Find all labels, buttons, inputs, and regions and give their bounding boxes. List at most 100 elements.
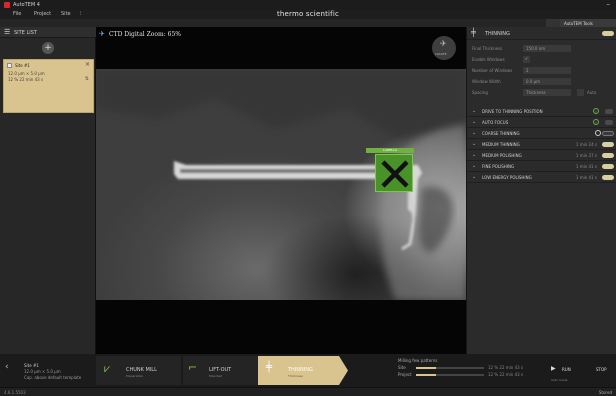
auto-checkbox[interactable] xyxy=(577,89,584,96)
chevron-down-icon[interactable]: ⌄ xyxy=(472,108,476,114)
spacing-input[interactable]: Thickness xyxy=(523,89,571,96)
step-toggle[interactable] xyxy=(602,153,614,158)
close-marker-icon xyxy=(381,160,409,188)
step-toggle[interactable] xyxy=(605,109,613,114)
step-low-energy-polishing[interactable]: ⌄ LOW ENERGY POLISHING 1 min 41 s xyxy=(467,172,616,183)
top-strip: AutoTEM Tools xyxy=(0,19,616,27)
site-checkbox[interactable] xyxy=(7,63,12,68)
stage-label: CHUNK MILL xyxy=(126,367,157,373)
step-auto-focus[interactable]: ⌄ AUTO FOCUS ✓ xyxy=(467,117,616,128)
minimize-icon[interactable]: – xyxy=(607,0,611,8)
workflow-bar: ‹ Site #1 12.0 µm × 5.0 µm Cap. above de… xyxy=(0,354,616,387)
stage-lift-out[interactable]: ⌐ LIFT-OUT Mounted xyxy=(183,356,258,385)
stage-label: THINNING xyxy=(288,367,313,373)
window-width-input[interactable]: 0.0 µm xyxy=(523,78,571,85)
site-time: 12 % 22 min 43 s xyxy=(8,77,44,82)
final-thickness-field: Final Thickness 150.0 nm xyxy=(472,45,612,52)
number-of-windows-field: Number of Windows 2 xyxy=(472,67,612,74)
chevron-down-icon[interactable]: ⌄ xyxy=(472,119,476,125)
field-label: Final Thickness xyxy=(472,46,503,51)
step-toggle[interactable] xyxy=(602,131,614,136)
step-time: 1 min 41 s xyxy=(575,175,597,180)
chevron-down-icon[interactable]: ⌄ xyxy=(472,163,476,169)
status-text: Stored xyxy=(598,390,612,395)
close-icon[interactable]: × xyxy=(85,61,90,68)
site-progress-track xyxy=(416,367,484,369)
stage-thinning[interactable]: ╪ THINNING Thickness xyxy=(258,356,348,385)
run-button[interactable]: ▶ RUN Auto mode xyxy=(548,356,586,385)
tool-icon[interactable] xyxy=(546,19,560,27)
progress-title: Milling few patterns xyxy=(398,358,438,363)
project-progress-fill xyxy=(416,374,437,376)
final-thickness-input[interactable]: 150.0 nm xyxy=(523,45,571,52)
step-coarse-thinning[interactable]: ⌄ COARSE THINNING xyxy=(467,128,616,139)
spacing-field: Spacing Thickness Auto xyxy=(472,89,612,96)
auto-label: Auto xyxy=(587,90,597,95)
lift-out-icon: ⌐ xyxy=(188,361,198,374)
bottom-site-template: Cap. above default template xyxy=(24,375,82,380)
step-drive-to-thinning[interactable]: ⌄ DRIVE TO THINNING POSITION ✓ xyxy=(467,106,616,117)
step-fine-polishing[interactable]: ⌄ FINE POLISHING 1 min 41 s xyxy=(467,161,616,172)
list-icon: ☰ xyxy=(4,28,11,36)
chevron-down-icon[interactable]: ⌄ xyxy=(472,141,476,147)
step-medium-thinning[interactable]: ⌄ MEDIUM THINNING 1 min 24 s xyxy=(467,139,616,150)
thinning-stage-icon: ╪ xyxy=(266,362,273,373)
run-sub: Auto mode xyxy=(551,378,568,382)
step-toggle[interactable] xyxy=(602,142,614,147)
enable-windows-field: Enable Windows ✓ xyxy=(472,56,612,63)
bottom-site-size: 12.0 µm × 5.0 µm xyxy=(24,369,61,374)
thinning-panel: ╪ THINNING Final Thickness 150.0 nm Enab… xyxy=(466,27,616,354)
step-time: 1 min 41 s xyxy=(575,164,597,169)
chevron-down-icon[interactable]: ⌄ xyxy=(472,174,476,180)
enable-windows-checkbox[interactable]: ✓ xyxy=(523,56,530,63)
bottom-site-name: Site #1 xyxy=(24,363,39,368)
chevron-down-icon[interactable]: ⌄ xyxy=(472,152,476,158)
field-label: Number of Windows xyxy=(472,68,513,73)
chevron-down-icon[interactable]: ⌄ xyxy=(472,130,476,136)
stage-sub: Mounted xyxy=(209,374,223,378)
project-progress-track xyxy=(416,374,484,376)
play-icon: ▶ xyxy=(551,365,556,372)
stop-button[interactable]: STOP xyxy=(590,356,616,385)
site-progress-fill xyxy=(416,367,437,369)
pending-icon xyxy=(595,130,601,136)
locate-label: LOCATE xyxy=(435,52,447,56)
lamella-marker[interactable] xyxy=(375,154,413,192)
stage-chunk-mill[interactable]: ⩗ CHUNK MILL Preparation xyxy=(96,356,181,385)
window-title: AutoTEM 4 xyxy=(13,2,40,8)
image-viewport[interactable]: ✈ CTD Digital Zoom: 65% ✈ LOCATE LAMELLA xyxy=(96,27,466,354)
field-label: Enable Windows xyxy=(472,57,505,62)
add-site-button[interactable]: + xyxy=(42,42,54,54)
project-progress-label: Project xyxy=(398,372,412,377)
brand-logo: thermo scientific xyxy=(276,10,340,18)
thinning-icon: ╪ xyxy=(471,28,476,37)
stage-label: LIFT-OUT xyxy=(209,367,232,373)
step-toggle[interactable] xyxy=(602,164,614,169)
site-size: 12.0 µm × 5.0 µm xyxy=(8,71,45,76)
chunk-mill-icon: ⩗ xyxy=(104,362,111,375)
status-bar: 4.6.1.5503 Stored xyxy=(0,387,616,396)
autotem-tools-button[interactable]: AutoTEM Tools xyxy=(560,19,616,27)
step-label: MEDIUM POLISHING xyxy=(482,153,522,158)
marker-label: LAMELLA xyxy=(366,148,414,153)
site-card[interactable]: Site #1 × 12.0 µm × 5.0 µm 12 % 22 min 4… xyxy=(3,59,94,113)
locate-icon: ✈ xyxy=(440,39,447,48)
step-toggle[interactable] xyxy=(605,120,613,125)
locate-button[interactable]: ✈ LOCATE xyxy=(432,36,456,60)
thinning-toggle[interactable] xyxy=(602,31,614,36)
field-label: Window Width xyxy=(472,79,501,84)
site-progress-label: Site xyxy=(398,365,406,370)
number-of-windows-input[interactable]: 2 xyxy=(523,67,571,74)
check-icon: ✓ xyxy=(593,108,599,114)
check-icon: ✓ xyxy=(593,119,599,125)
expand-icon[interactable]: ⇅ xyxy=(85,76,89,82)
step-medium-polishing[interactable]: ⌄ MEDIUM POLISHING 1 min 37 s xyxy=(467,150,616,161)
chevron-left-icon[interactable]: ‹ xyxy=(5,362,9,372)
step-label: AUTO FOCUS xyxy=(482,120,509,125)
project-progress-time: 12 % 22 min 43 s xyxy=(488,372,524,377)
step-toggle[interactable] xyxy=(602,175,614,180)
app-logo-icon xyxy=(4,2,10,8)
site-list-sidebar: ☰ SITE LIST + Site #1 × 12.0 µm × 5.0 µm… xyxy=(0,27,96,354)
step-time: 1 min 24 s xyxy=(575,142,597,147)
stage-sub: Thickness xyxy=(288,374,303,378)
